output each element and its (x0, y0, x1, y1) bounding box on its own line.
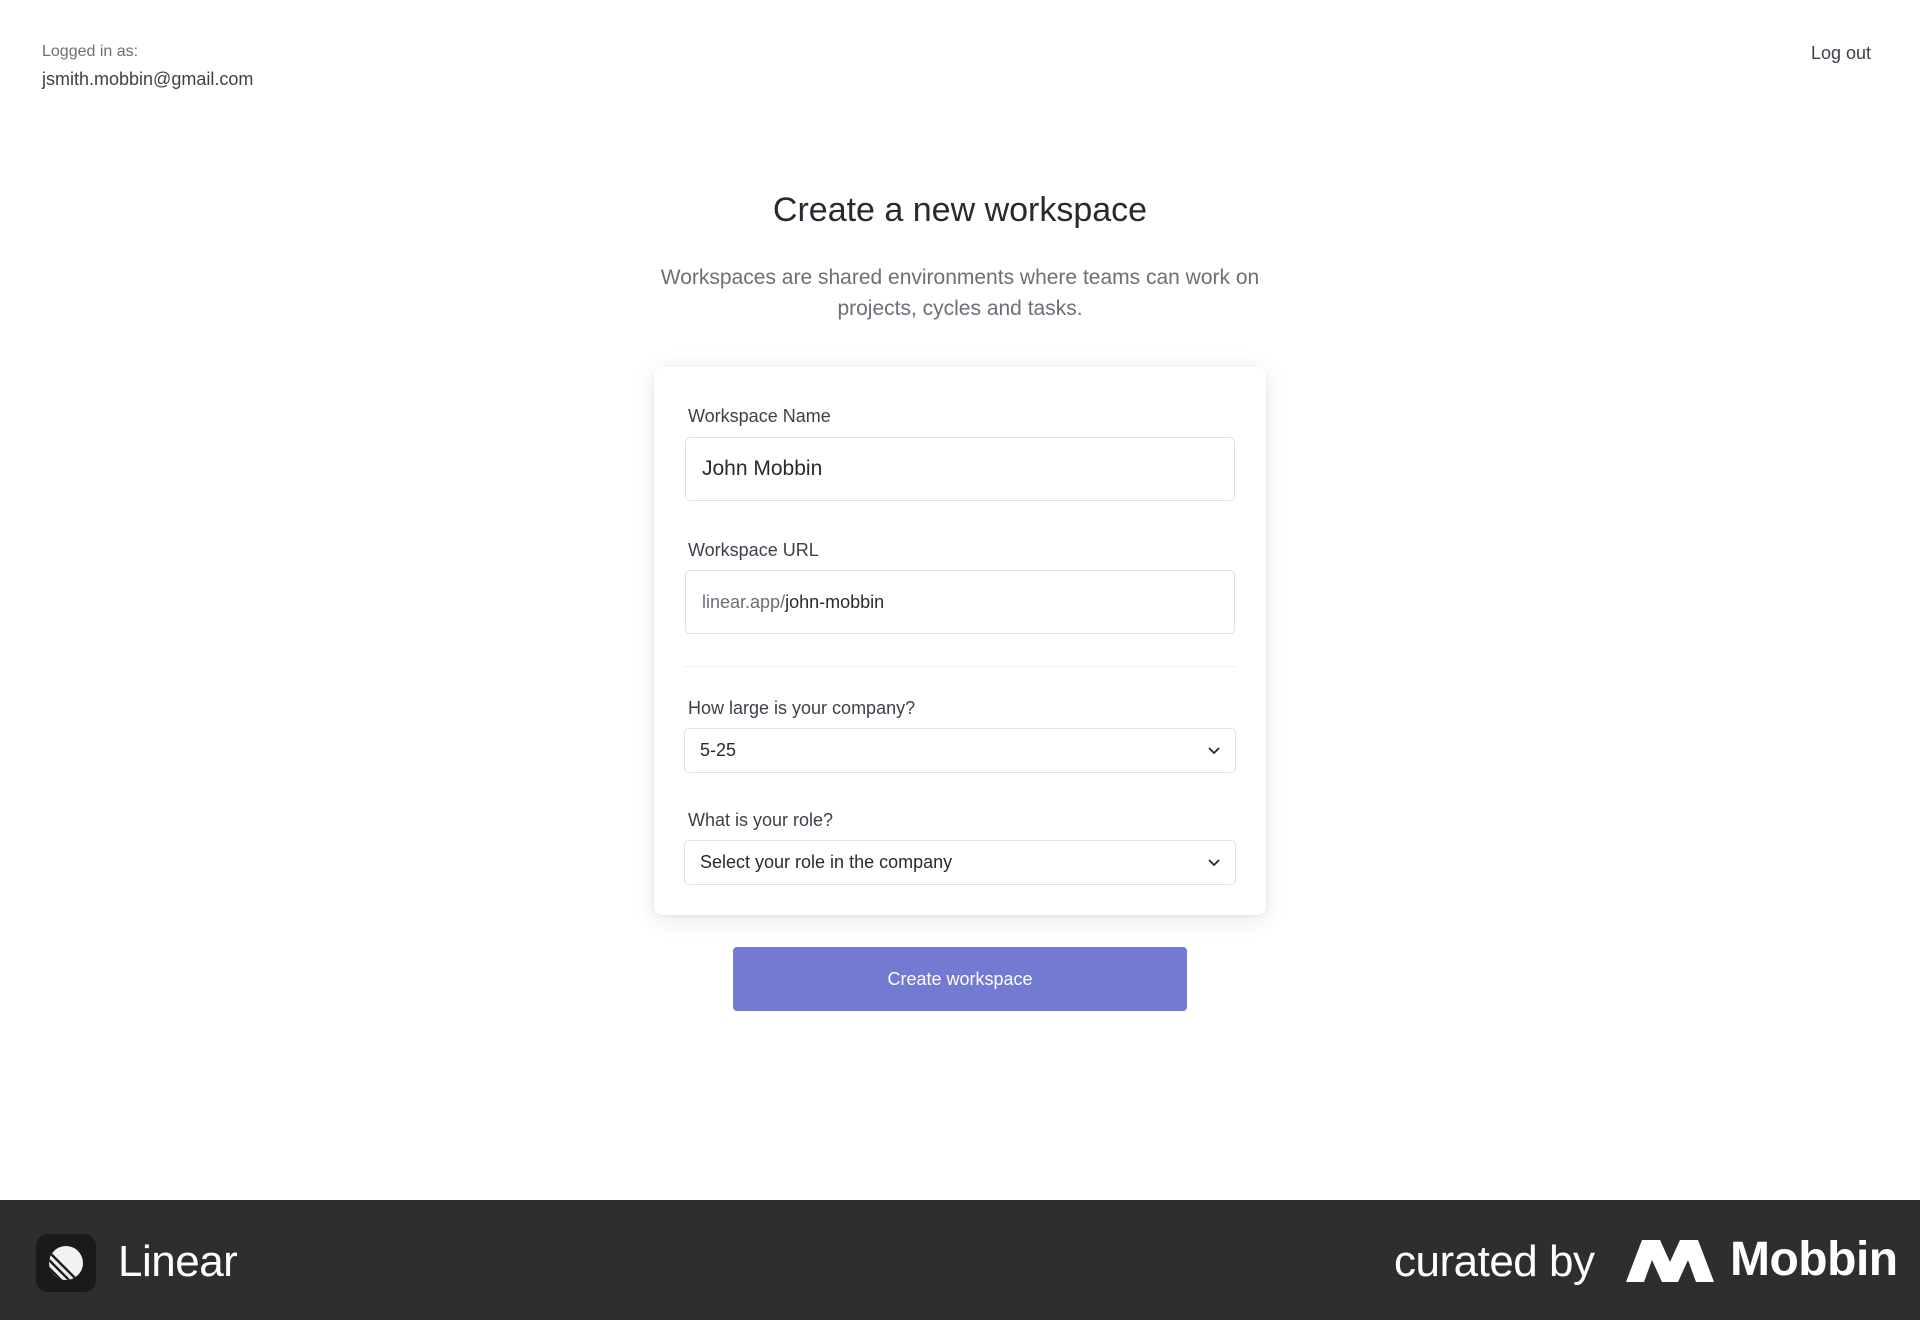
role-label: What is your role? (688, 810, 834, 830)
linear-logo-icon (36, 1234, 96, 1292)
workspace-name-label: Workspace Name (688, 406, 831, 426)
workspace-name-value: John Mobbin (702, 457, 823, 480)
workspace-url-label: Workspace URL (688, 540, 819, 560)
role-value: Select your role in the company (700, 852, 953, 872)
workspace-url-prefix: linear.app/ (702, 591, 786, 612)
chevron-down-icon (1207, 744, 1221, 758)
chevron-down-icon (1207, 856, 1221, 870)
role-select[interactable]: Select your role in the company (684, 840, 1236, 885)
create-workspace-button[interactable]: Create workspace (733, 947, 1187, 1011)
workspace-url-input[interactable]: linear.app/john-mobbin (685, 570, 1235, 634)
app-name: Linear (118, 1237, 238, 1286)
curated-by-label: curated by (1394, 1237, 1595, 1286)
company-size-value: 5-25 (700, 740, 737, 760)
page-title: Create a new workspace (772, 191, 1148, 229)
form-divider (685, 666, 1235, 667)
mobbin-logo-icon (1626, 1240, 1714, 1282)
workspace-url-value: john-mobbin (785, 591, 885, 612)
logged-in-label: Logged in as: (42, 43, 139, 60)
user-email: jsmith.mobbin@gmail.com (42, 69, 254, 89)
brand-name: Mobbin (1730, 1233, 1898, 1286)
company-size-label: How large is your company? (688, 698, 916, 718)
footer-banner: Linear curated by Mobbin (0, 1200, 1920, 1320)
workspace-name-input[interactable]: John Mobbin (685, 437, 1235, 501)
logout-button[interactable]: Log out (1811, 43, 1871, 64)
workspace-form-card: Workspace Name John Mobbin Workspace URL… (654, 367, 1266, 915)
company-size-select[interactable]: 5-25 (684, 728, 1236, 773)
login-info: Logged in as: jsmith.mobbin@gmail.com (42, 42, 253, 90)
page-subtitle: Workspaces are shared environments where… (660, 266, 1260, 320)
